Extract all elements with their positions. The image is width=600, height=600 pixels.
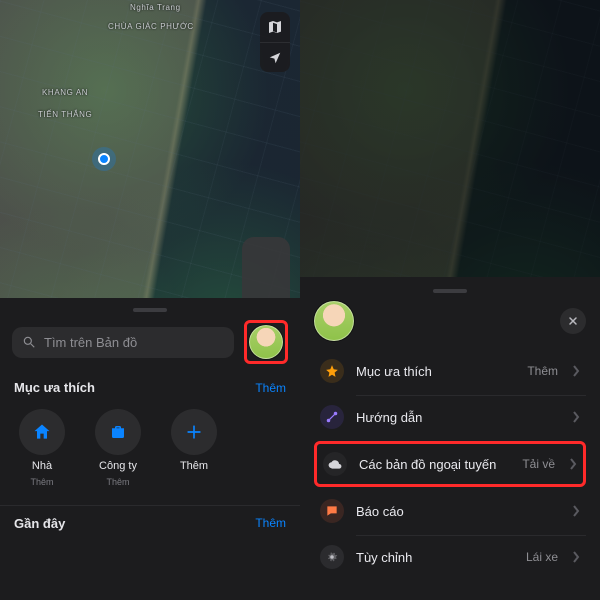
sheet-grabber[interactable] bbox=[133, 308, 167, 312]
favorite-sublabel: Thêm bbox=[106, 477, 129, 487]
right-screenshot: Mục ưa thích Thêm Hướng dẫn Cá bbox=[300, 0, 600, 600]
map-label: TIẾN THẮNG bbox=[38, 110, 92, 119]
chevron-right-icon bbox=[572, 505, 580, 517]
menu-offline-maps[interactable]: Các bản đồ ngoại tuyến Tải về bbox=[314, 441, 586, 487]
menu-label: Báo cáo bbox=[356, 504, 560, 519]
favorite-label: Công ty bbox=[99, 460, 137, 472]
sheet-grabber[interactable] bbox=[433, 289, 467, 293]
home-icon bbox=[32, 422, 52, 442]
map-label: KHANG AN bbox=[42, 88, 88, 97]
menu-side: Lái xe bbox=[526, 550, 558, 564]
current-location-dot bbox=[98, 153, 110, 165]
menu-report[interactable]: Báo cáo bbox=[314, 489, 586, 533]
chevron-right-icon bbox=[572, 365, 580, 377]
plus-icon bbox=[184, 422, 204, 442]
route-icon bbox=[320, 405, 344, 429]
menu-customize[interactable]: Tùy chỉnh Lái xe bbox=[314, 535, 586, 579]
favorite-label: Thêm bbox=[180, 460, 208, 472]
menu-label: Mục ưa thích bbox=[356, 364, 515, 379]
chevron-right-icon bbox=[569, 458, 577, 470]
highlight-box bbox=[244, 320, 288, 364]
menu-side: Tải về bbox=[522, 457, 555, 471]
gear-icon bbox=[320, 545, 344, 569]
menu-label: Tùy chỉnh bbox=[356, 550, 514, 565]
close-button[interactable] bbox=[560, 308, 586, 334]
menu-label: Các bản đồ ngoại tuyến bbox=[359, 457, 510, 472]
search-icon bbox=[22, 335, 36, 349]
locate-button[interactable] bbox=[260, 42, 290, 72]
map-controls bbox=[260, 12, 290, 72]
menu-guides[interactable]: Hướng dẫn bbox=[314, 395, 586, 439]
favorites-title: Mục ưa thích bbox=[14, 380, 95, 395]
profile-avatar[interactable] bbox=[249, 325, 283, 359]
favorite-home[interactable]: Nhà Thêm bbox=[14, 409, 70, 487]
search-input[interactable]: Tìm trên Bản đồ bbox=[12, 327, 234, 358]
cloud-download-icon bbox=[323, 452, 347, 476]
map-label: Nghĩa Trang bbox=[130, 3, 181, 12]
favorite-add[interactable]: Thêm bbox=[166, 409, 222, 487]
menu-side: Thêm bbox=[527, 364, 558, 378]
profile-sheet[interactable]: Mục ưa thích Thêm Hướng dẫn Cá bbox=[300, 277, 600, 600]
favorites-more-link[interactable]: Thêm bbox=[255, 381, 286, 395]
recent-more-link[interactable]: Thêm bbox=[255, 516, 286, 531]
map-icon bbox=[267, 19, 283, 35]
settings-menu: Mục ưa thích Thêm Hướng dẫn Cá bbox=[314, 349, 586, 579]
briefcase-icon bbox=[109, 423, 127, 441]
divider bbox=[0, 505, 300, 506]
star-icon bbox=[320, 359, 344, 383]
chevron-right-icon bbox=[572, 411, 580, 423]
map-label: CHÙA GIÁC PHƯỚC bbox=[108, 22, 194, 31]
menu-favorites[interactable]: Mục ưa thích Thêm bbox=[314, 349, 586, 393]
menu-label: Hướng dẫn bbox=[356, 410, 560, 425]
profile-avatar[interactable] bbox=[314, 301, 354, 341]
chat-bubble-icon bbox=[320, 499, 344, 523]
left-screenshot: Nghĩa Trang CHÙA GIÁC PHƯỚC KHANG AN TIẾ… bbox=[0, 0, 300, 600]
favorite-label: Nhà bbox=[32, 460, 52, 472]
map-mode-button[interactable] bbox=[260, 12, 290, 42]
chevron-right-icon bbox=[572, 551, 580, 563]
favorite-work[interactable]: Công ty Thêm bbox=[90, 409, 146, 487]
recent-title: Gần đây bbox=[14, 516, 65, 531]
location-arrow-icon bbox=[268, 51, 282, 65]
favorite-sublabel: Thêm bbox=[30, 477, 53, 487]
favorites-row: Nhà Thêm Công ty Thêm Thêm bbox=[12, 405, 288, 495]
search-placeholder: Tìm trên Bản đồ bbox=[44, 335, 137, 350]
close-icon bbox=[567, 315, 579, 327]
search-sheet[interactable]: Tìm trên Bản đồ Mục ưa thích Thêm Nhà Th… bbox=[0, 298, 300, 600]
